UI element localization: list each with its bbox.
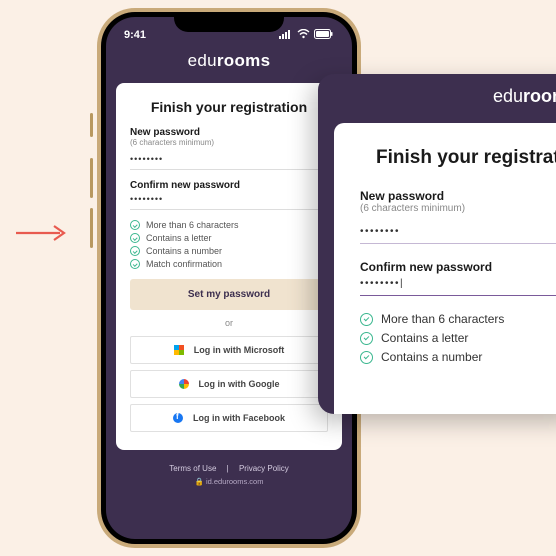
req-item: Contains a letter (130, 233, 328, 243)
req-item: Contains a letter (360, 331, 556, 345)
set-password-button[interactable]: Set my password (130, 279, 328, 310)
check-icon (360, 332, 373, 345)
signal-icon (279, 29, 293, 42)
footer-url: 🔒 id.edurooms.com (106, 477, 352, 486)
check-icon (360, 313, 373, 326)
check-icon (360, 351, 373, 364)
confirm-password-input[interactable]: •••••••• (130, 191, 328, 210)
app-logo: edurooms (106, 45, 352, 83)
microsoft-icon (174, 345, 184, 355)
new-password-label: New password (130, 127, 328, 138)
login-facebook-button[interactable]: Log in with Facebook (130, 404, 328, 432)
new-password-hint: (6 characters minimum) (130, 138, 328, 147)
check-icon (130, 259, 140, 269)
phone-side-button (90, 208, 93, 248)
new-password-input[interactable]: •••••••• (130, 151, 328, 170)
footer-links: Terms of Use | Privacy Policy (106, 464, 352, 473)
check-icon (130, 220, 140, 230)
req-item: More than 6 characters (130, 220, 328, 230)
confirm-password-input[interactable]: ••••••••| (360, 274, 556, 296)
confirm-password-label: Confirm new password (130, 180, 328, 191)
req-item: Contains a number (360, 350, 556, 364)
zoom-overlay: edurooms Finish your registration New pa… (318, 74, 556, 414)
new-password-label: New password (360, 189, 556, 203)
check-icon (130, 233, 140, 243)
terms-link[interactable]: Terms of Use (169, 464, 216, 473)
battery-icon (314, 29, 334, 42)
or-divider: or (130, 318, 328, 328)
password-requirements: More than 6 characters Contains a letter… (130, 220, 328, 269)
login-microsoft-button[interactable]: Log in with Microsoft (130, 336, 328, 364)
check-icon (130, 246, 140, 256)
card-title: Finish your registration (130, 99, 328, 115)
facebook-icon (173, 413, 183, 423)
new-password-input[interactable]: •••••••• (360, 222, 556, 244)
app-screen: 9:41 edurooms Finish your registr (106, 17, 352, 539)
phone-side-button (90, 158, 93, 198)
req-item: More than 6 characters (360, 312, 556, 326)
privacy-link[interactable]: Privacy Policy (239, 464, 289, 473)
login-google-button[interactable]: Log in with Google (130, 370, 328, 398)
registration-card: Finish your registration New password (6… (116, 83, 342, 450)
app-logo: edurooms (318, 74, 556, 123)
google-icon (179, 379, 189, 389)
card-title: Finish your registration (360, 147, 556, 169)
status-time: 9:41 (124, 29, 146, 41)
registration-card: Finish your registration New password (6… (334, 123, 556, 414)
new-password-hint: (6 characters minimum) (360, 203, 556, 214)
req-item: Match confirmation (130, 259, 328, 269)
phone-notch (174, 12, 284, 32)
wifi-icon (297, 29, 310, 42)
arrow-indicator (14, 223, 68, 243)
confirm-password-label: Confirm new password (360, 260, 556, 274)
phone-side-button (90, 113, 93, 137)
req-item: Contains a number (130, 246, 328, 256)
